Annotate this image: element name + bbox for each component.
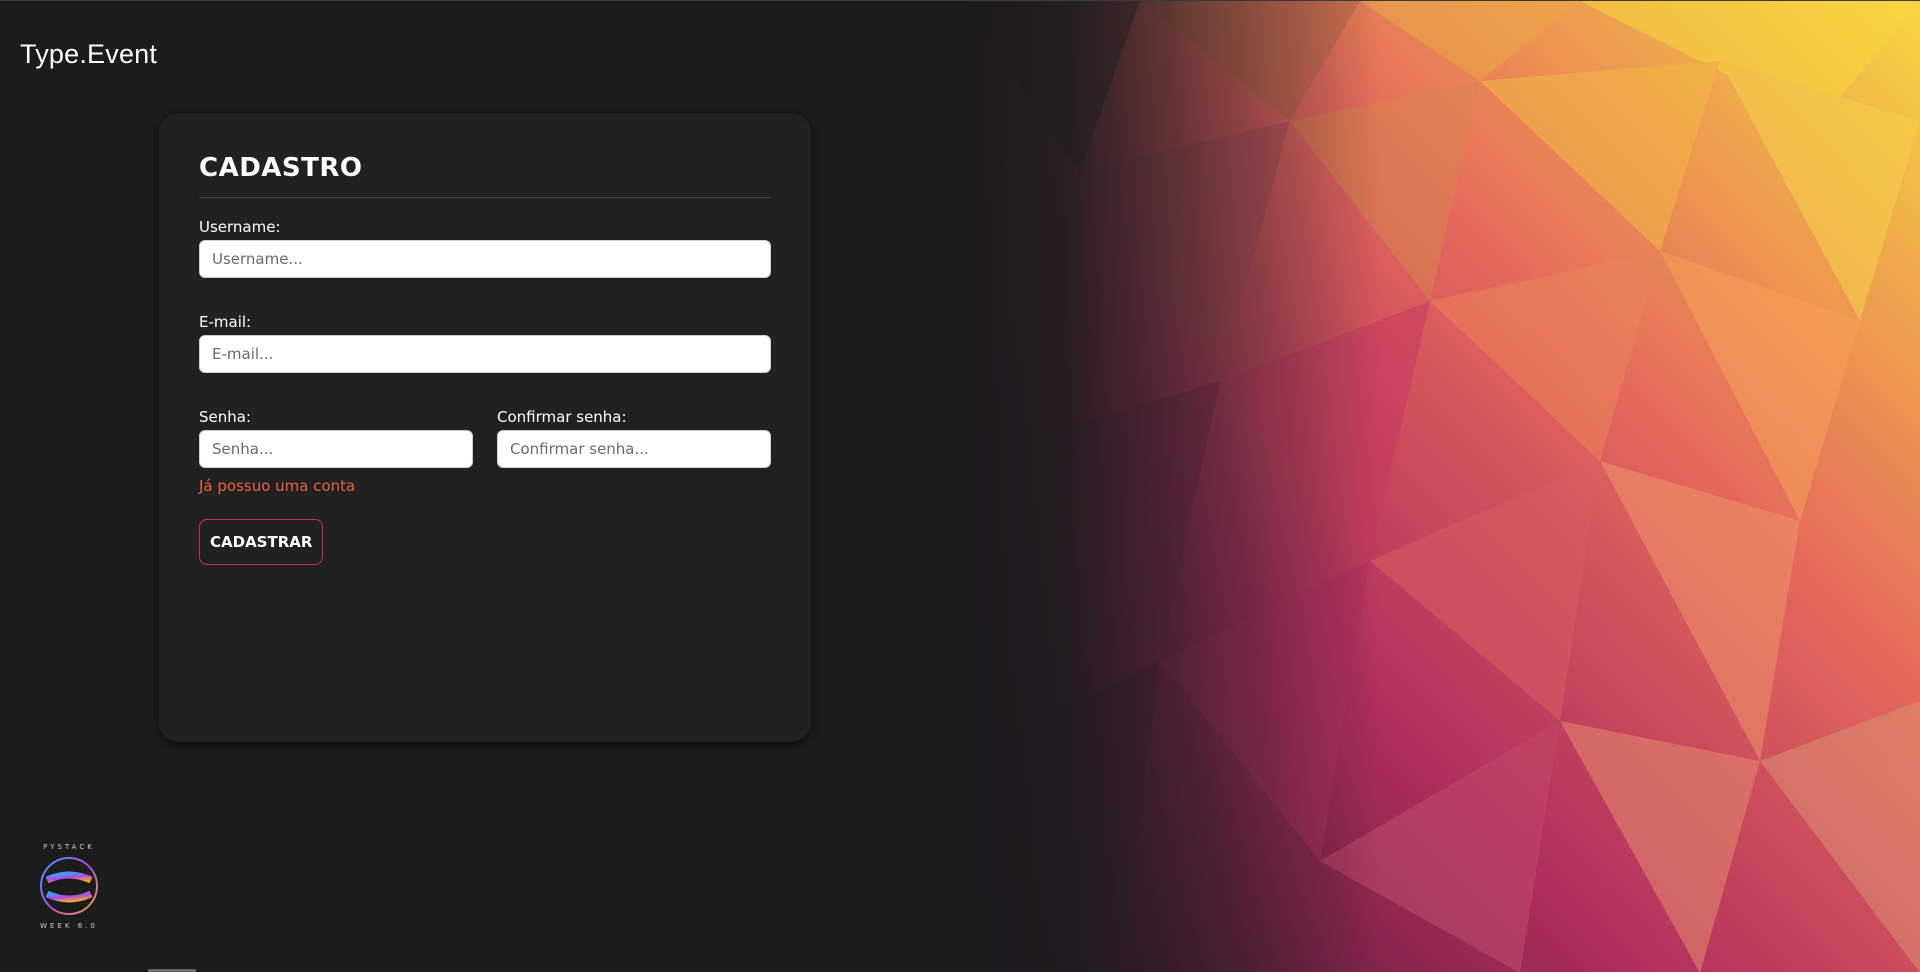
pystack-week-logo-icon [40,857,98,915]
username-group: Username: [199,218,771,278]
submit-button[interactable]: CADASTRAR [199,519,324,565]
form-title: CADASTRO [199,153,771,198]
logo-top-text: PYSTACK [43,843,95,851]
username-input[interactable] [199,240,771,278]
signup-page: Type.Event CADASTRO Username: E-mail: Se… [0,0,1920,972]
email-group: E-mail: [199,313,771,373]
password-input[interactable] [199,430,473,468]
logo-bottom-text: WEEK 6.0 [40,922,98,930]
pystack-logo: PYSTACK WEEK 6.0 [36,843,102,930]
login-link[interactable]: Já possuo uma conta [199,477,355,495]
password-label: Senha: [199,408,252,426]
username-label: Username: [199,218,281,236]
confirm-password-input[interactable] [497,430,771,468]
confirm-password-group: Confirmar senha: [497,408,771,468]
signup-card: CADASTRO Username: E-mail: Senha: Confir… [159,113,811,742]
background-artwork [960,1,1920,972]
brand-title[interactable]: Type.Event [20,39,157,70]
password-group: Senha: [199,408,473,468]
confirm-password-label: Confirmar senha: [497,408,627,426]
email-label: E-mail: [199,313,252,331]
password-row: Senha: Confirmar senha: [199,408,771,468]
email-input[interactable] [199,335,771,373]
